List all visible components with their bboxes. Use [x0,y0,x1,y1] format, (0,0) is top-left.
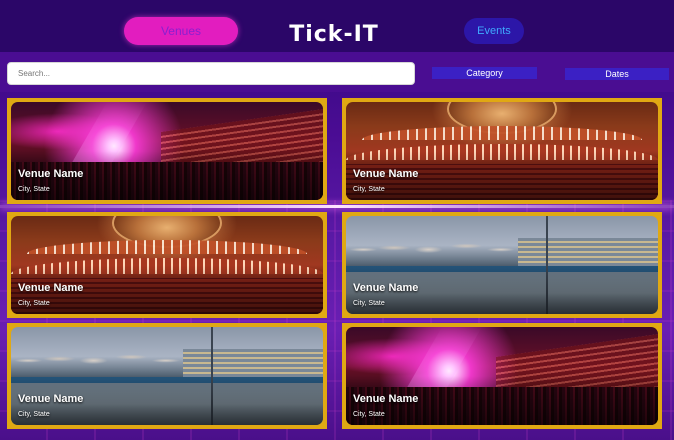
venue-card[interactable]: Venue Name City, State [7,98,327,204]
venue-name: Venue Name [353,282,419,294]
venues-button[interactable]: Venues [124,17,238,45]
venue-name: Venue Name [18,282,84,294]
app-root: Venues Tick-IT Events Category Dates Ven… [0,0,674,440]
venue-card[interactable]: Venue Name City, State [342,212,662,318]
category-filter-button[interactable]: Category [432,67,537,79]
venue-name: Venue Name [353,393,419,405]
venue-image-auditorium: Venue Name City, State [346,102,658,200]
bleachers-decoration [517,238,658,268]
venue-image-arena: Venue Name City, State [11,327,323,425]
search-input[interactable] [7,62,415,85]
events-button[interactable]: Events [464,18,524,44]
balcony-decoration [361,126,643,140]
app-title: Tick-IT [289,22,379,47]
venue-location: City, State [353,186,385,193]
dates-filter-button[interactable]: Dates [565,68,669,80]
venue-image-arena: Venue Name City, State [346,216,658,314]
venue-name: Venue Name [18,393,84,405]
venue-card[interactable]: Venue Name City, State [7,212,327,318]
venue-location: City, State [353,300,385,307]
venue-card[interactable]: Venue Name City, State [342,98,662,204]
header-bar: Venues Tick-IT Events [0,0,674,52]
horizon-line [0,205,674,208]
venue-image-concert: Venue Name City, State [346,327,658,425]
venue-location: City, State [18,186,50,193]
trees-decoration [11,339,183,375]
venue-location: City, State [18,411,50,418]
venue-name: Venue Name [353,168,419,180]
venue-image-auditorium: Venue Name City, State [11,216,323,314]
bleachers-decoration [182,349,323,379]
balcony-decoration [26,240,308,254]
trees-decoration [346,228,518,264]
venue-card[interactable]: Venue Name City, State [342,323,662,429]
venue-name: Venue Name [18,168,84,180]
venue-location: City, State [18,300,50,307]
venue-location: City, State [353,411,385,418]
venue-card[interactable]: Venue Name City, State [7,323,327,429]
venue-image-concert: Venue Name City, State [11,102,323,200]
